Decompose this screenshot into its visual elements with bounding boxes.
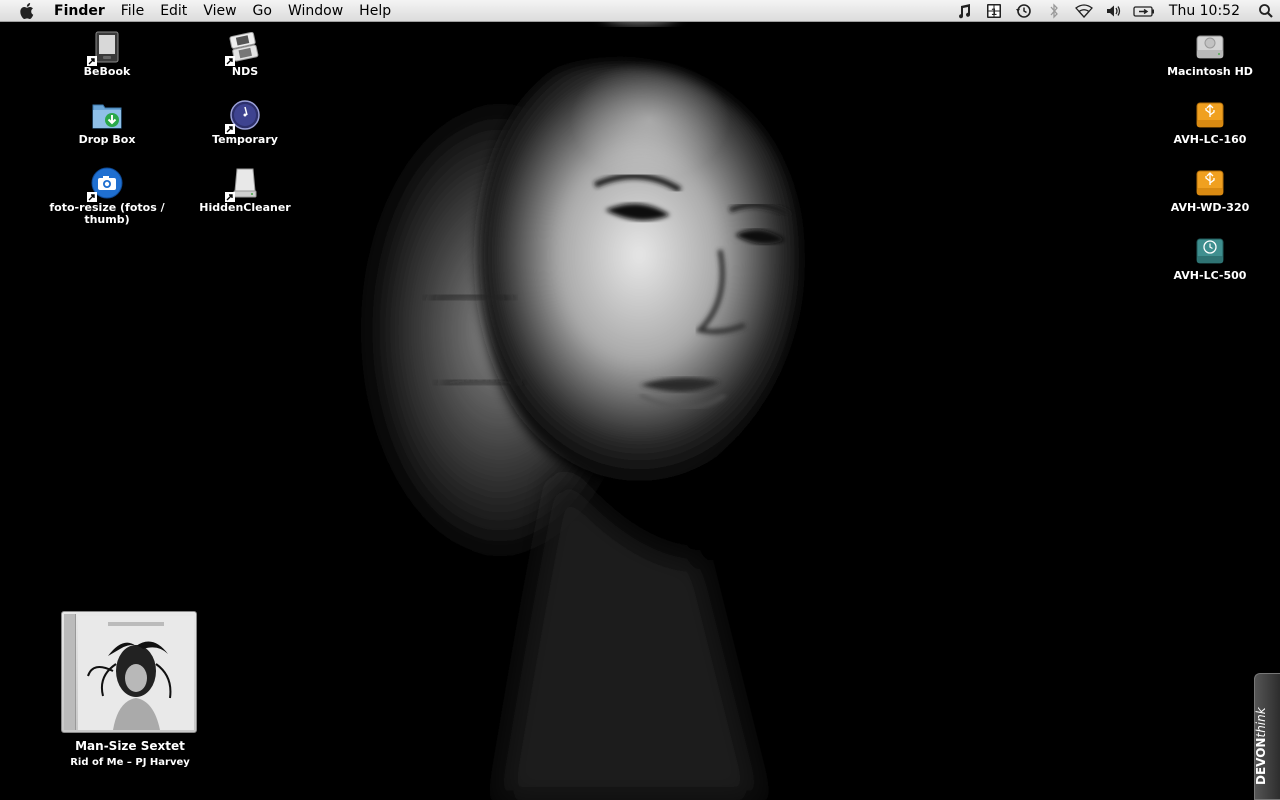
menu-window[interactable]: Window	[280, 0, 351, 22]
menu-bar: Finder File Edit View Go Window Help 1 T…	[0, 0, 1280, 22]
volume-avh-wd-320[interactable]: AVH-WD-320	[1150, 166, 1270, 214]
alias-arrow-icon	[225, 192, 235, 202]
desktop-icon-nds[interactable]: NDS	[185, 30, 305, 78]
desktop-icon-label: BeBook	[83, 65, 131, 78]
music-icon[interactable]	[949, 0, 979, 22]
nintendo-ds-icon	[225, 30, 262, 66]
time-machine-drive-icon	[1193, 234, 1227, 268]
desktop-icon-label: HiddenCleaner	[199, 201, 291, 214]
now-playing-album-artist: Rid of Me – PJ Harvey	[70, 757, 190, 768]
usb-drive-icon	[1193, 98, 1227, 132]
volume-label: AVH-LC-500	[1173, 269, 1247, 282]
menu-help[interactable]: Help	[351, 0, 399, 22]
devonthink-brand-label: DEVONthink	[1254, 707, 1268, 785]
devonthink-brand-bold: DEVON	[1254, 737, 1268, 785]
hard-drive-icon	[1193, 30, 1227, 64]
volume-macintosh-hd[interactable]: Macintosh HD	[1150, 30, 1270, 78]
menubar-clock[interactable]: Thu 10:52	[1159, 0, 1252, 22]
devonthink-drawer-tab[interactable]: DEVONthink	[1254, 673, 1280, 800]
spotlight-search-icon[interactable]	[1252, 0, 1280, 22]
volume-avh-lc-160[interactable]: AVH-LC-160	[1150, 98, 1270, 146]
now-playing-album-cover[interactable]	[61, 611, 197, 733]
desktop-icon-label: NDS	[231, 65, 259, 78]
usb-drive-icon	[1193, 166, 1227, 200]
drive-icon	[225, 166, 262, 202]
clock-icon	[225, 98, 262, 134]
apple-menu-icon[interactable]	[0, 2, 54, 19]
devonthink-brand-italic: think	[1254, 707, 1268, 738]
desktop-icon-label: foto-resize (fotos / thumb)	[49, 201, 165, 226]
bluetooth-icon[interactable]	[1039, 0, 1069, 22]
alias-arrow-icon	[87, 56, 97, 66]
battery-icon[interactable]	[1129, 0, 1159, 22]
desktop-icon-hiddencleaner[interactable]: HiddenCleaner	[185, 166, 305, 214]
cd-case-spine	[64, 614, 76, 730]
volume-label: AVH-LC-160	[1173, 133, 1247, 146]
ebook-reader-icon	[87, 30, 124, 66]
wifi-icon[interactable]	[1069, 0, 1099, 22]
desktop-icon-foto-resize[interactable]: foto-resize (fotos / thumb)	[47, 166, 167, 226]
volume-label: Macintosh HD	[1167, 65, 1253, 78]
time-machine-icon[interactable]	[1009, 0, 1039, 22]
volume-icon[interactable]	[1099, 0, 1129, 22]
menu-edit[interactable]: Edit	[152, 0, 195, 22]
now-playing-track: Man-Size Sextet	[75, 739, 185, 753]
menu-view[interactable]: View	[195, 0, 244, 22]
svg-text:1: 1	[991, 8, 997, 18]
menu-file[interactable]: File	[113, 0, 152, 22]
desktop-icon-label: Drop Box	[78, 133, 136, 146]
desktop-icon-drop-box[interactable]: Drop Box	[47, 98, 167, 146]
camera-icon	[87, 166, 124, 202]
alias-arrow-icon	[225, 56, 235, 66]
menu-app-name[interactable]: Finder	[54, 0, 113, 22]
alias-arrow-icon	[225, 124, 235, 134]
desktop-icon-temporary[interactable]: Temporary	[185, 98, 305, 146]
spaces-icon[interactable]: 1	[979, 0, 1009, 22]
dropbox-folder-icon	[90, 98, 124, 132]
volume-avh-lc-500[interactable]: AVH-LC-500	[1150, 234, 1270, 282]
desktop-icon-label: Temporary	[212, 133, 278, 146]
album-artwork-image	[78, 616, 194, 730]
alias-arrow-icon	[87, 192, 97, 202]
desktop-icon-bebook[interactable]: BeBook	[47, 30, 167, 78]
menu-go[interactable]: Go	[245, 0, 280, 22]
volume-label: AVH-WD-320	[1170, 201, 1250, 214]
